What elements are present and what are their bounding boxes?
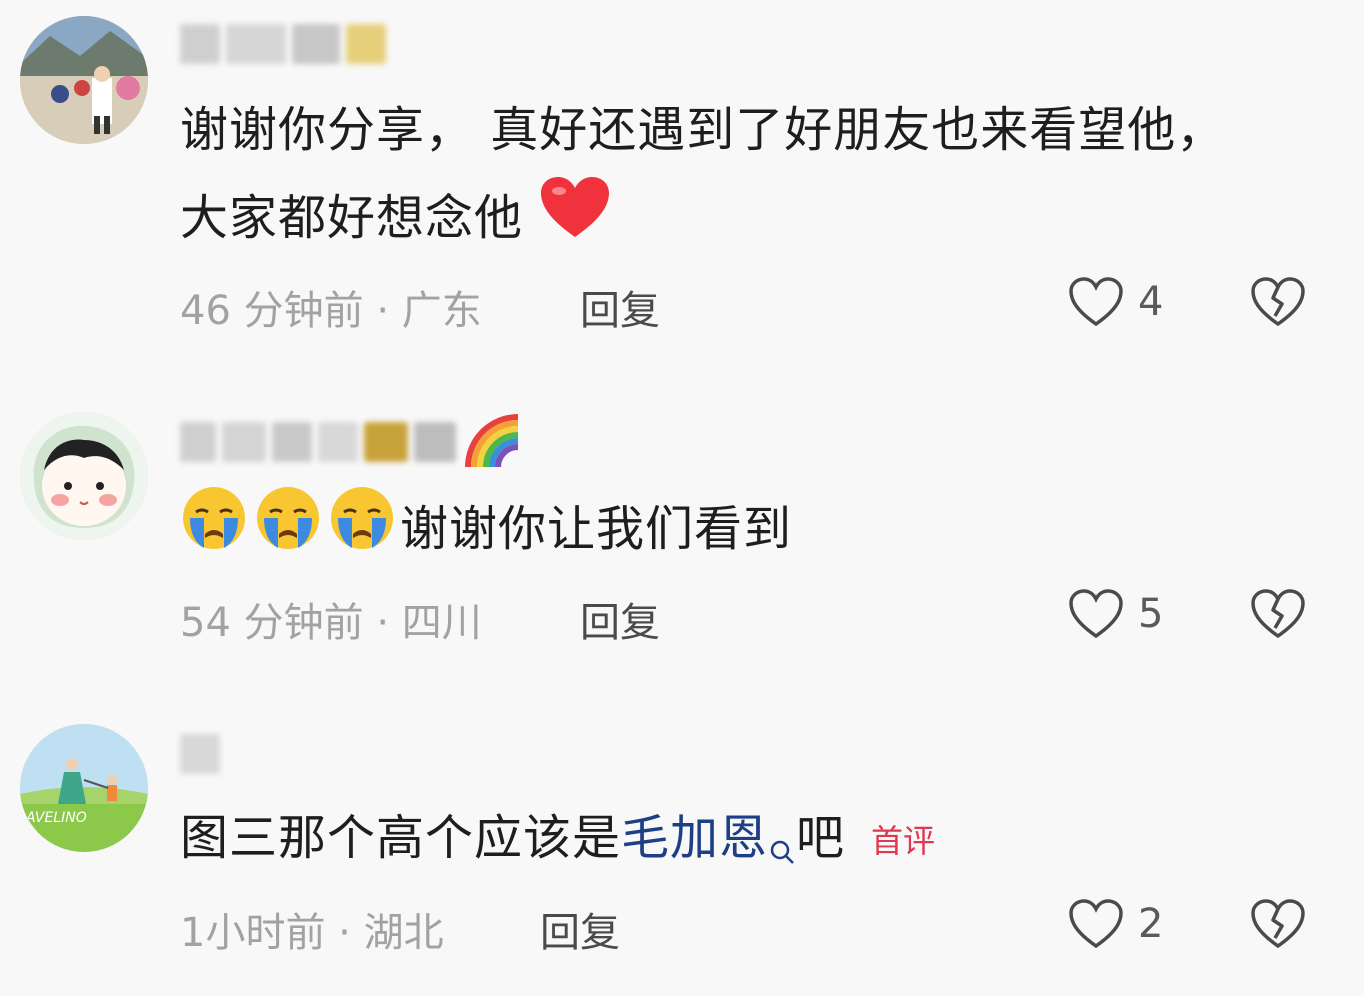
- heart-outline-icon: [1069, 277, 1123, 327]
- reply-button[interactable]: 回复: [540, 900, 620, 958]
- broken-heart-icon: [1251, 899, 1305, 949]
- heart-outline-icon: [1069, 899, 1123, 949]
- rainbow-icon: [462, 411, 520, 473]
- like-button[interactable]: 2: [1068, 898, 1163, 950]
- like-count: 4: [1138, 279, 1164, 325]
- svg-text:AVELINO: AVELINO: [25, 810, 87, 826]
- search-icon[interactable]: [768, 806, 796, 894]
- avatar[interactable]: [20, 412, 148, 540]
- dislike-button[interactable]: [1250, 588, 1306, 644]
- comment-text: 图三那个高个应该是毛加恩吧首评: [180, 794, 1260, 894]
- reply-button[interactable]: 回复: [580, 590, 660, 648]
- comment-meta: 46 分钟前 · 广东: [180, 288, 482, 334]
- username-redacted[interactable]: [180, 20, 386, 68]
- like-count: 2: [1138, 901, 1164, 947]
- first-comment-badge: 首评: [871, 822, 936, 860]
- like-button[interactable]: 5: [1068, 588, 1163, 640]
- username-redacted[interactable]: [180, 414, 520, 468]
- like-button[interactable]: 4: [1068, 276, 1163, 328]
- landscape-avatar-icon: AVELINO: [20, 724, 148, 852]
- search-keyword-link[interactable]: 毛加恩: [621, 810, 768, 866]
- heart-outline-icon: [1069, 589, 1123, 639]
- comment-text: 谢谢你分享， 真好还遇到了好朋友也来看望他，大家都好想念他: [180, 86, 1260, 267]
- comment-meta: 54 分钟前 · 四川: [180, 600, 482, 646]
- avatar-photo-icon: [20, 16, 148, 144]
- avatar[interactable]: AVELINO: [20, 724, 148, 852]
- username-redacted[interactable]: [180, 730, 220, 778]
- broken-heart-icon: [1251, 277, 1305, 327]
- broken-heart-icon: [1251, 589, 1305, 639]
- red-heart-icon: [539, 175, 611, 267]
- crying-face-icon: [180, 484, 248, 580]
- like-count: 5: [1138, 591, 1164, 637]
- avatar[interactable]: [20, 16, 148, 144]
- crying-face-icon: [328, 484, 396, 580]
- dislike-button[interactable]: [1250, 898, 1306, 954]
- comment-meta: 1小时前 · 湖北: [180, 910, 444, 956]
- reply-button[interactable]: 回复: [580, 278, 660, 336]
- dislike-button[interactable]: [1250, 276, 1306, 332]
- crying-face-icon: [254, 484, 322, 580]
- comment-text: 谢谢你让我们看到: [180, 484, 1260, 580]
- cartoon-baby-avatar-icon: [20, 412, 148, 540]
